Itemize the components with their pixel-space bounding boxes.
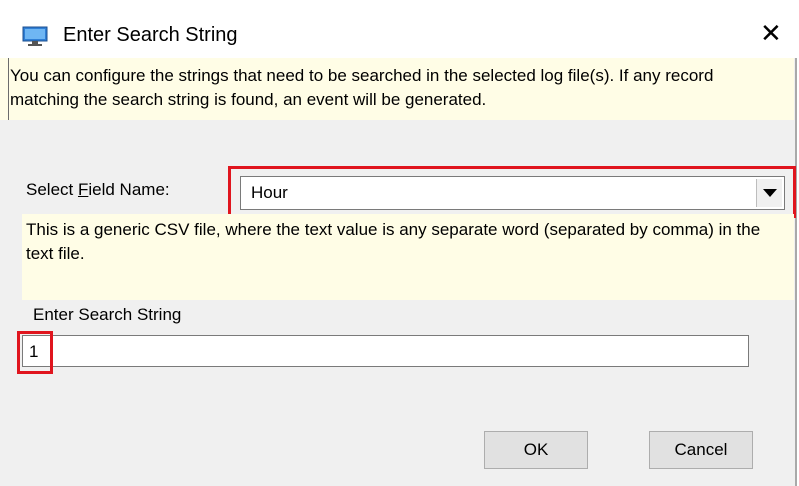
info-message: You can configure the strings that need … (0, 58, 794, 120)
search-input-highlight-box (17, 331, 53, 374)
field-label-accelerator: F (77, 180, 89, 199)
info-divider (8, 58, 9, 120)
ok-button[interactable]: OK (484, 431, 588, 469)
search-string-label: Enter Search String (33, 305, 182, 324)
close-icon[interactable]: ✕ (760, 20, 782, 46)
dropdown-highlight-box (228, 166, 796, 218)
field-name-label: Select Field Name: (26, 180, 170, 200)
field-label-prefix: Select (26, 180, 78, 199)
field-label-suffix: ield Name: (88, 180, 170, 199)
monitor-icon (22, 26, 48, 46)
dialog-title: Enter Search String (63, 24, 238, 46)
search-string-input[interactable] (22, 335, 749, 367)
cancel-button[interactable]: Cancel (649, 431, 753, 469)
field-description: This is a generic CSV file, where the te… (22, 214, 794, 300)
title-bar: Enter Search String ✕ (0, 0, 797, 58)
dialog-window: Enter Search String ✕ You can configure … (0, 0, 797, 486)
